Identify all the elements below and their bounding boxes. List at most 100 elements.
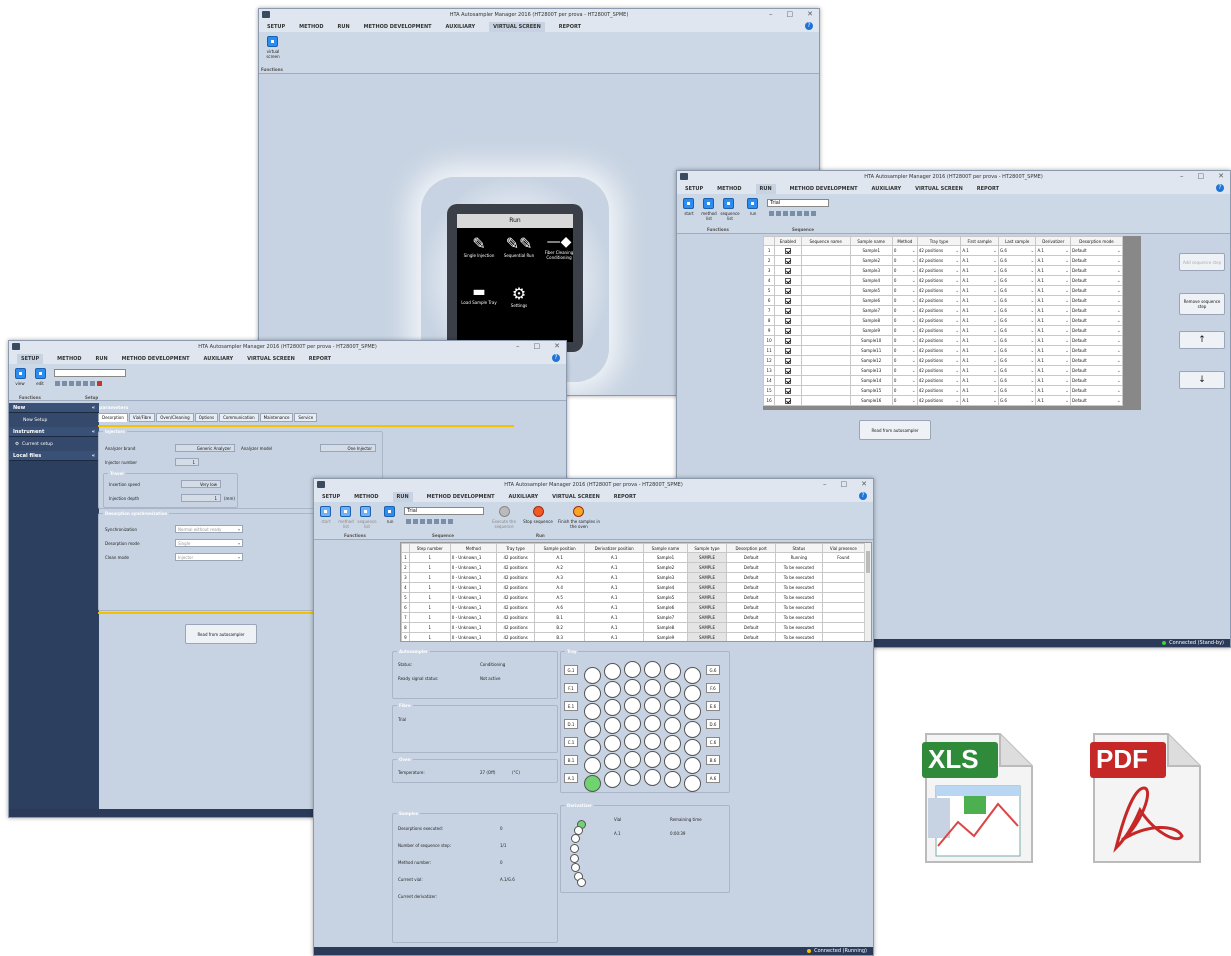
synchronization-select[interactable]: Normal without ready ▾	[175, 525, 243, 533]
table-cell[interactable]: A.1	[960, 335, 999, 346]
table-cell[interactable]: Default	[1070, 305, 1123, 316]
cell-dropdown[interactable]: A.1	[1037, 358, 1069, 363]
table-cell[interactable]: 42 positions	[916, 325, 962, 336]
table-row[interactable]: 2 Sample2 0 42 positions A.1 G.6 A.1 Default	[762, 255, 1123, 266]
menu-method[interactable]: METHOD	[354, 494, 378, 500]
run-column-header[interactable]: Sample type	[686, 543, 728, 553]
table-cell[interactable]: A.1	[960, 295, 999, 306]
table-cell[interactable]	[800, 315, 851, 326]
scrollbar[interactable]	[864, 543, 871, 641]
table-cell[interactable]: Default	[1070, 375, 1123, 386]
menu-report[interactable]: REPORT	[309, 356, 331, 362]
cell-dropdown[interactable]: Default	[1072, 398, 1121, 403]
cell-dropdown[interactable]: 0	[894, 338, 916, 343]
table-row[interactable]: 310 - Unknown_1 42 positions A.3 A.1 Sample3…	[401, 572, 866, 583]
table-cell[interactable]: Sample9	[849, 325, 893, 336]
derivatizer-vial[interactable]	[570, 843, 580, 853]
table-cell[interactable]	[800, 345, 851, 356]
cell-dropdown[interactable]: G.6	[1000, 348, 1035, 353]
cell-dropdown[interactable]: Default	[1072, 248, 1121, 253]
cell-dropdown[interactable]: Default	[1072, 358, 1121, 363]
table-cell[interactable]: A.1	[960, 305, 999, 316]
help-icon[interactable]: ?	[552, 354, 560, 362]
run-column-header[interactable]: Sample position	[534, 543, 585, 553]
table-cell[interactable]: 42 positions	[916, 395, 962, 406]
cell-dropdown[interactable]: A.1	[962, 318, 997, 323]
table-row[interactable]: 16 Sample16 0 42 positions A.1 G.6 A.1 Default	[762, 395, 1123, 406]
close-icon[interactable]: ✕	[861, 480, 867, 488]
enabled-checkbox[interactable]	[774, 305, 802, 316]
cell-dropdown[interactable]: A.1	[1037, 368, 1069, 373]
tray-vial[interactable]	[624, 679, 641, 696]
table-row[interactable]: 910 - Unknown_1 42 positions B.3 A.1 Sample9…	[401, 632, 866, 641]
read-from-autosampler-button[interactable]: Read from autosampler	[185, 624, 257, 644]
cell-dropdown[interactable]: 0	[894, 318, 916, 323]
table-cell[interactable]: 12	[762, 355, 776, 366]
menu-auxiliary[interactable]: AUXILIARY	[872, 186, 902, 192]
tray-vial[interactable]	[664, 699, 681, 716]
tray-vial[interactable]	[684, 721, 701, 738]
table-cell[interactable]: G.6	[997, 345, 1037, 356]
run-column-header[interactable]: Derivatizer position	[583, 543, 645, 553]
tray-vial[interactable]	[604, 753, 621, 770]
close-icon[interactable]: ✕	[807, 10, 813, 18]
add-icon[interactable]	[62, 381, 67, 386]
checkbox-icon[interactable]	[784, 297, 791, 304]
nav-item-new-setup[interactable]: New Setup	[9, 413, 99, 427]
tray-vial[interactable]	[684, 775, 701, 792]
cell-dropdown[interactable]: A.1	[1037, 298, 1069, 303]
table-cell[interactable]: Default	[1070, 255, 1123, 266]
read-from-autosampler-button[interactable]: Read from autosampler	[859, 420, 931, 440]
table-cell[interactable]	[800, 385, 851, 396]
table-cell[interactable]: 4	[762, 275, 776, 286]
menu-setup[interactable]: SETUP	[322, 494, 340, 500]
table-cell[interactable]: A.1	[1035, 345, 1072, 356]
setup-name-input[interactable]	[54, 369, 126, 377]
table-cell[interactable]: A.1	[960, 345, 999, 356]
sequence-name-input[interactable]: Trial	[767, 199, 829, 207]
cell-dropdown[interactable]: A.1	[1037, 328, 1069, 333]
table-row[interactable]: 610 - Unknown_1 42 positions A.6 A.1 Sample6…	[401, 602, 866, 613]
table-cell[interactable]: A.1	[1035, 355, 1072, 366]
tray-vial[interactable]	[604, 663, 621, 680]
tray-vial[interactable]	[584, 739, 601, 756]
clean-mode-select[interactable]: Injector ▾	[175, 553, 243, 561]
table-cell[interactable]: 42 positions	[916, 295, 962, 306]
table-cell[interactable]: A.1	[1035, 395, 1072, 406]
checkbox-icon[interactable]	[784, 357, 791, 364]
help-icon[interactable]: ?	[859, 492, 867, 500]
table-cell[interactable]: 16	[762, 395, 776, 406]
minimize-icon[interactable]: –	[823, 480, 827, 488]
cell-dropdown[interactable]: 0	[894, 358, 916, 363]
tray-vial[interactable]	[684, 703, 701, 720]
tray-vial[interactable]	[624, 769, 641, 786]
cell-dropdown[interactable]: A.1	[962, 248, 997, 253]
table-cell[interactable]	[800, 355, 851, 366]
table-cell[interactable]: Default	[1070, 345, 1123, 356]
run-column-header[interactable]: Vial presence	[821, 543, 866, 553]
cell-dropdown[interactable]: G.6	[1000, 318, 1035, 323]
table-cell[interactable]: A.1	[960, 375, 999, 386]
tray-vial[interactable]	[644, 697, 661, 714]
table-cell[interactable]: Sample8	[849, 315, 893, 326]
cell-dropdown[interactable]: 0	[894, 268, 916, 273]
cell-dropdown[interactable]: A.1	[1037, 348, 1069, 353]
checkbox-icon[interactable]	[784, 347, 791, 354]
save-icon[interactable]	[420, 519, 425, 524]
cell-dropdown[interactable]: 42 positions	[919, 308, 960, 313]
table-cell[interactable]: 0	[891, 305, 918, 316]
table-cell[interactable]: G.6	[997, 285, 1037, 296]
table-cell[interactable]	[800, 365, 851, 376]
cell-dropdown[interactable]: Default	[1072, 258, 1121, 263]
search-icon[interactable]	[76, 381, 81, 386]
table-cell[interactable]: 10	[762, 335, 776, 346]
table-cell[interactable]: Default	[1070, 265, 1123, 276]
table-cell[interactable]: 0	[891, 295, 918, 306]
table-cell[interactable]: A.1	[1035, 265, 1072, 276]
export-icon[interactable]	[811, 211, 816, 216]
table-row[interactable]: 13 Sample13 0 42 positions A.1 G.6 A.1 Default	[762, 365, 1123, 376]
checkbox-icon[interactable]	[784, 387, 791, 394]
run-column-header[interactable]: Step number	[408, 543, 451, 553]
table-cell[interactable]: A.1	[1035, 325, 1072, 336]
table-cell[interactable]: 5	[762, 285, 776, 296]
